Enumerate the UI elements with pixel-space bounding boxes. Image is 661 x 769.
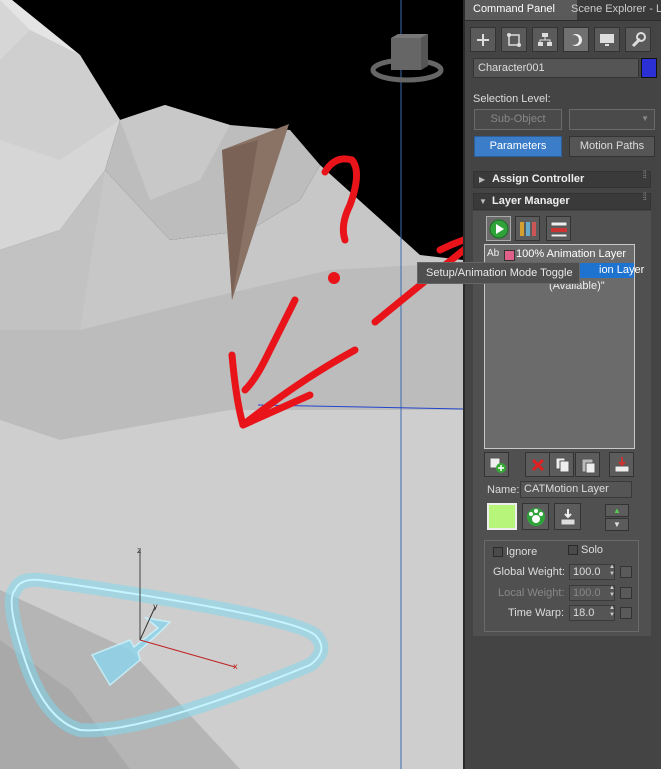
copy-layer-button[interactable] (549, 452, 574, 477)
display-icon[interactable] (594, 27, 620, 52)
layer-prefix: Ab (487, 248, 500, 259)
layer-color-icon (504, 250, 515, 261)
layer-list-icon (550, 221, 567, 237)
tooltip: Setup/Animation Mode Toggle (417, 262, 580, 284)
layer-settings-button[interactable] (546, 216, 571, 241)
tab-scene-explorer[interactable]: Scene Explorer - L (563, 0, 661, 20)
paste-icon (581, 458, 595, 473)
motion-paths-button[interactable]: Motion Paths (569, 136, 655, 157)
setup-animation-toggle-button[interactable] (486, 216, 511, 241)
load-clip-icon (560, 508, 575, 525)
paw-button[interactable] (522, 503, 549, 530)
command-panel: Command Panel Scene Explorer - L Charact… (463, 0, 661, 769)
gizmo-z-label: z (137, 546, 141, 555)
delete-icon (531, 458, 544, 471)
grip-icon[interactable]: ⁞⁞ (642, 170, 646, 181)
viewport-scene: z y x (0, 0, 463, 769)
layer-type-dropdown-button[interactable] (515, 216, 540, 241)
hierarchy-icon[interactable] (532, 27, 558, 52)
paste-layer-button[interactable] (575, 452, 600, 477)
layer-label: ion Layer (599, 264, 645, 276)
load-clip-button[interactable] (554, 503, 581, 530)
move-layer-up-button[interactable]: ▲ (605, 504, 629, 517)
grip-icon[interactable]: ⁞⁞ (642, 192, 646, 203)
local-weight-key-button[interactable] (620, 587, 632, 599)
layer-manager-rollout[interactable]: ▼ Layer Manager ⁞⁞ (473, 192, 651, 210)
utilities-icon[interactable] (625, 27, 651, 52)
viewport[interactable]: z y x (0, 0, 463, 769)
layer-name-field[interactable]: CATMotion Layer (520, 481, 632, 498)
expand-arrow-icon: ▶ (479, 175, 486, 184)
object-color-swatch[interactable] (641, 58, 657, 78)
motion-icon[interactable] (563, 27, 589, 52)
time-warp-label: Time Warp: (508, 607, 565, 619)
ignore-checkbox[interactable] (493, 547, 503, 557)
play-icon (489, 219, 508, 238)
selection-level-label: Selection Level: (473, 93, 551, 105)
layer-name-label: Name: (487, 484, 520, 496)
list-item[interactable]: Ab 100% Animation Layer (485, 247, 634, 262)
tab-command-panel[interactable]: Command Panel (465, 0, 577, 20)
spinner-arrows-icon[interactable]: ▲ ▼ (608, 585, 616, 601)
spinner-arrows-icon[interactable]: ▲ ▼ (608, 605, 616, 621)
delete-layer-button[interactable] (525, 452, 550, 477)
assign-controller-rollout[interactable]: ▶ Assign Controller ⁞⁞ (473, 170, 651, 188)
layer-color-swatch[interactable] (487, 503, 517, 530)
gizmo-y-label: y (153, 602, 158, 611)
rollout-title: Layer Manager (492, 195, 570, 207)
global-weight-label: Global Weight: (493, 566, 565, 578)
time-warp-key-button[interactable] (620, 607, 632, 619)
ignore-label: Ignore (506, 546, 538, 558)
parameters-button[interactable]: Parameters (474, 136, 562, 157)
add-layer-button[interactable] (484, 452, 509, 477)
solo-checkbox[interactable] (568, 545, 578, 555)
copy-icon (555, 457, 569, 472)
sub-object-dropdown[interactable]: ▼ (569, 109, 655, 130)
local-weight-label: Local Weight: (498, 587, 565, 599)
collapse-layer-button[interactable] (609, 452, 634, 477)
solo-label: Solo (581, 544, 604, 556)
global-weight-key-button[interactable] (620, 566, 632, 578)
chevron-down-icon: ▼ (641, 114, 649, 123)
paw-icon (526, 507, 545, 526)
collapse-arrow-icon: ▼ (479, 197, 487, 206)
sub-object-button[interactable]: Sub-Object (474, 109, 562, 130)
collapse-icon (614, 456, 629, 472)
add-layer-icon (489, 457, 506, 473)
arrow-up-icon: ▲ (613, 506, 621, 515)
layer-label: 100% Animation Layer (516, 248, 627, 260)
arrow-down-icon: ▼ (613, 520, 621, 529)
modify-icon[interactable] (501, 27, 527, 52)
spinner-arrows-icon[interactable]: ▲ ▼ (608, 564, 616, 580)
move-layer-down-button[interactable]: ▼ (605, 518, 629, 531)
object-name-field[interactable]: Character001 (473, 58, 639, 78)
panel-tabs: Command Panel Scene Explorer - L (465, 0, 661, 21)
rollout-title: Assign Controller (492, 173, 585, 185)
gizmo-x-label: x (233, 662, 238, 671)
create-icon[interactable] (470, 27, 496, 52)
layer-type-icon (519, 221, 536, 236)
